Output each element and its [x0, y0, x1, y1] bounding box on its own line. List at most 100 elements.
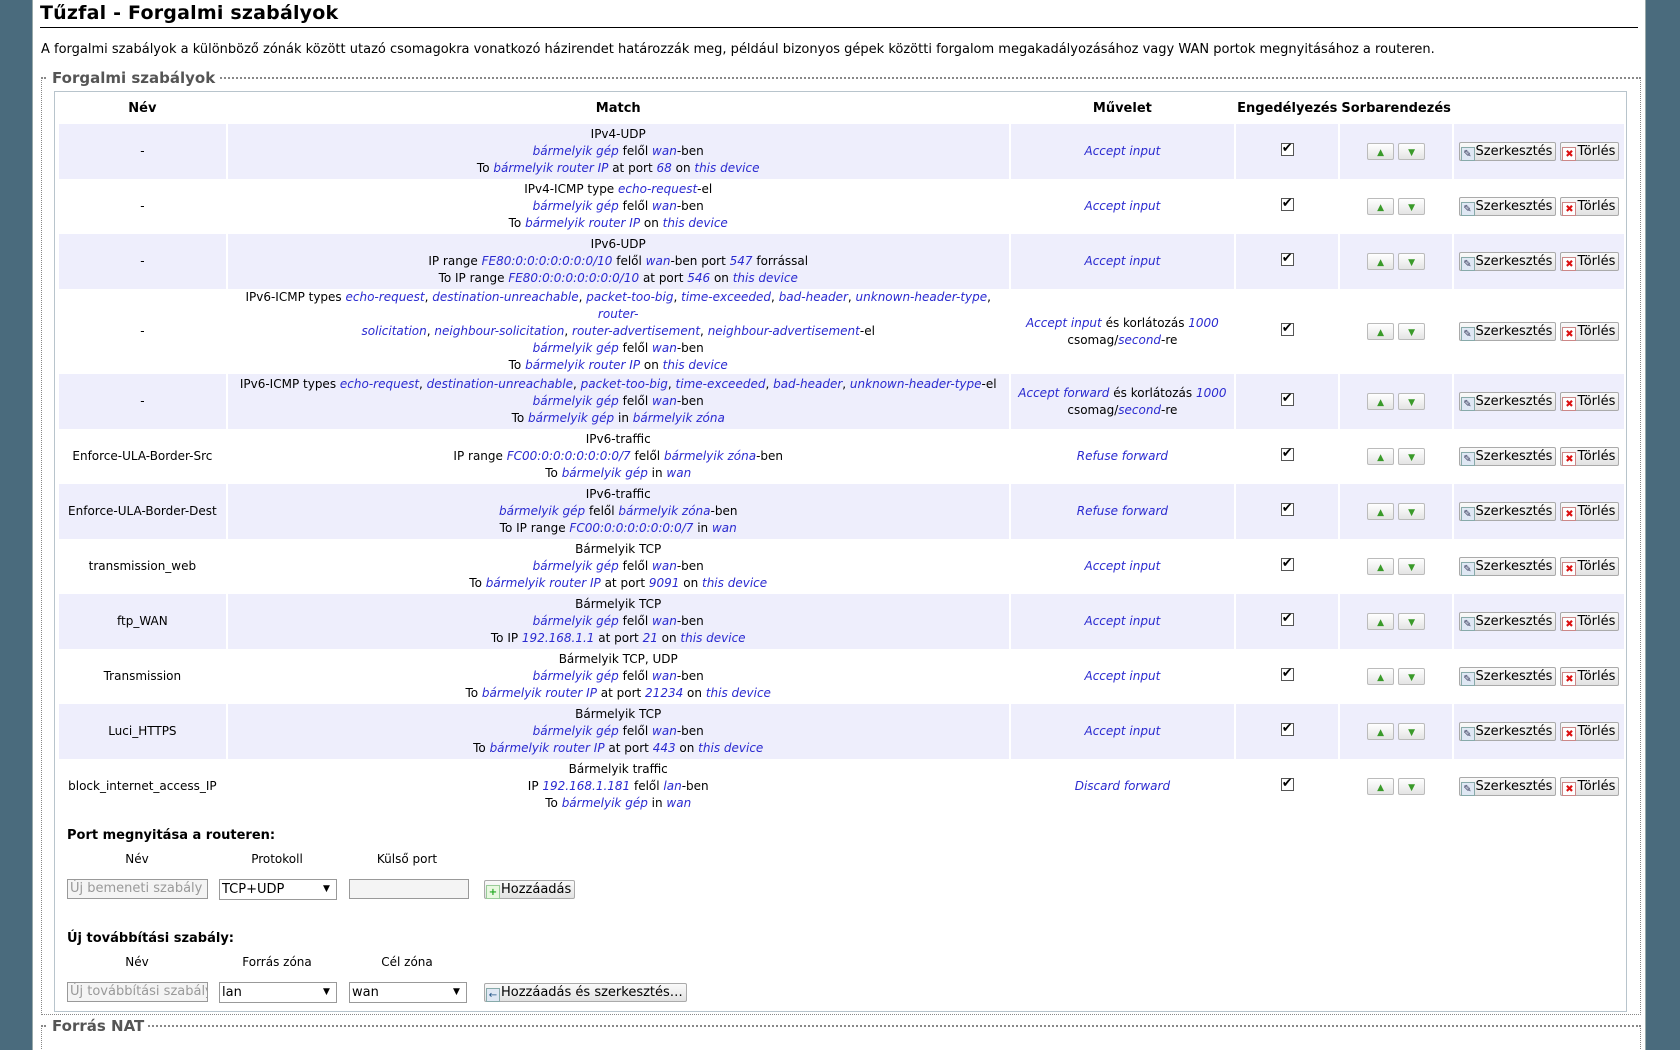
enabled-checkbox[interactable] — [1280, 665, 1294, 682]
enabled-checkbox[interactable] — [1280, 140, 1294, 157]
open-port-add-button[interactable]: + Hozzáadás — [484, 880, 576, 899]
move-up-button[interactable]: ▲ — [1367, 448, 1395, 465]
move-up-button[interactable]: ▲ — [1367, 723, 1395, 740]
edit-button[interactable]: ✎ Szerkesztés — [1458, 502, 1557, 521]
match-line: To IP range FC00:0:0:0:0:0:0:0/7 in wan — [228, 520, 1009, 537]
edit-button[interactable]: ✎ Szerkesztés — [1458, 557, 1557, 576]
enabled-checkbox[interactable] — [1280, 250, 1294, 267]
match-value: bármelyik gép — [532, 669, 619, 683]
move-down-button[interactable]: ▼ — [1398, 143, 1426, 160]
match-text: felől — [618, 614, 653, 628]
enabled-checkbox[interactable] — [1280, 500, 1294, 517]
enabled-checkbox[interactable] — [1280, 720, 1294, 737]
rule-enabled-cell — [1236, 484, 1339, 539]
edit-button[interactable]: ✎ Szerkesztés — [1458, 392, 1557, 411]
match-text: in — [647, 796, 667, 810]
edit-button[interactable]: ✎ Szerkesztés — [1458, 252, 1557, 271]
move-down-button[interactable]: ▼ — [1398, 198, 1426, 215]
match-line: Bármelyik TCP — [228, 706, 1009, 723]
edit-button[interactable]: ✎ Szerkesztés — [1458, 722, 1557, 741]
match-value: wan — [652, 614, 677, 628]
delete-button[interactable]: ✖ Törlés — [1560, 322, 1620, 341]
open-port-protocol-value: TCP+UDP — [222, 882, 285, 897]
edit-button[interactable]: ✎ Szerkesztés — [1458, 667, 1557, 686]
move-up-button[interactable]: ▲ — [1367, 613, 1395, 630]
match-text: , — [765, 377, 774, 391]
move-down-button[interactable]: ▼ — [1398, 448, 1426, 465]
enabled-checkbox[interactable] — [1280, 195, 1294, 212]
move-up-button[interactable]: ▲ — [1367, 558, 1395, 575]
delete-button[interactable]: ✖ Törlés — [1560, 502, 1620, 521]
move-up-button[interactable]: ▲ — [1367, 503, 1395, 520]
move-up-button[interactable]: ▲ — [1367, 253, 1395, 270]
action-text: -re — [1161, 402, 1178, 417]
delete-button[interactable]: ✖ Törlés — [1560, 142, 1620, 161]
edit-button[interactable]: ✎ Szerkesztés — [1458, 447, 1557, 466]
delete-button[interactable]: ✖ Törlés — [1560, 392, 1620, 411]
match-value: this device — [662, 216, 728, 230]
edit-button[interactable]: ✎ Szerkesztés — [1458, 142, 1557, 161]
move-up-button[interactable]: ▲ — [1367, 778, 1395, 795]
move-down-button[interactable]: ▼ — [1398, 668, 1426, 685]
match-text: -ben port — [670, 254, 730, 268]
move-up-button[interactable]: ▲ — [1367, 393, 1395, 410]
edit-button[interactable]: ✎ Szerkesztés — [1458, 197, 1557, 216]
edit-button[interactable]: ✎ Szerkesztés — [1458, 322, 1557, 341]
enabled-checkbox[interactable] — [1280, 445, 1294, 462]
delete-button[interactable]: ✖ Törlés — [1560, 197, 1620, 216]
move-up-button[interactable]: ▲ — [1367, 143, 1395, 160]
move-up-button[interactable]: ▲ — [1367, 668, 1395, 685]
edit-label: Szerkesztés — [1475, 144, 1553, 159]
new-forward-src-zone-select[interactable]: lan ▼ — [219, 982, 337, 1003]
move-down-button[interactable]: ▼ — [1398, 253, 1426, 270]
delete-button[interactable]: ✖ Törlés — [1560, 722, 1620, 741]
edit-button[interactable]: ✎ Szerkesztés — [1458, 612, 1557, 631]
arrow-down-icon: ▼ — [1408, 508, 1416, 518]
match-text: To — [476, 161, 494, 175]
match-value: neighbour-advertisement — [707, 324, 860, 338]
edit-label: Szerkesztés — [1475, 724, 1553, 739]
match-line: Bármelyik TCP — [228, 541, 1009, 558]
move-down-button[interactable]: ▼ — [1398, 558, 1426, 575]
delete-button[interactable]: ✖ Törlés — [1560, 612, 1620, 631]
delete-button[interactable]: ✖ Törlés — [1560, 447, 1620, 466]
edit-label: Szerkesztés — [1475, 614, 1553, 629]
match-line: IPv4-UDP — [228, 126, 1009, 143]
move-down-button[interactable]: ▼ — [1398, 613, 1426, 630]
delete-button[interactable]: ✖ Törlés — [1560, 557, 1620, 576]
move-down-button[interactable]: ▼ — [1398, 723, 1426, 740]
move-up-button[interactable]: ▲ — [1367, 323, 1395, 340]
enabled-checkbox[interactable] — [1280, 610, 1294, 627]
delete-button[interactable]: ✖ Törlés — [1560, 667, 1620, 686]
move-down-button[interactable]: ▼ — [1398, 393, 1426, 410]
delete-button[interactable]: ✖ Törlés — [1560, 777, 1620, 796]
delete-icon: ✖ — [1562, 617, 1577, 631]
move-up-button[interactable]: ▲ — [1367, 198, 1395, 215]
match-text: -ben — [676, 559, 704, 573]
open-port-protocol-select[interactable]: TCP+UDP ▼ — [219, 879, 337, 900]
enabled-checkbox[interactable] — [1280, 320, 1294, 337]
edit-icon: ✎ — [1460, 202, 1475, 216]
match-text: at port — [639, 271, 688, 285]
match-text: in — [647, 466, 667, 480]
edit-button[interactable]: ✎ Szerkesztés — [1458, 777, 1557, 796]
open-port-name-input[interactable]: Új bemeneti szabály — [67, 879, 208, 899]
match-line: bármelyik gép felől wan-ben — [228, 393, 1009, 410]
new-forward-dest-zone-select[interactable]: wan ▼ — [349, 982, 467, 1003]
rule-name: Enforce-ULA-Border-Src — [59, 429, 226, 484]
move-down-button[interactable]: ▼ — [1398, 323, 1426, 340]
move-down-button[interactable]: ▼ — [1398, 503, 1426, 520]
rule-row: Enforce-ULA-Border-Src IPv6-traffic IP ran… — [59, 429, 1624, 484]
open-port-external-port-input[interactable] — [349, 879, 469, 899]
enabled-checkbox[interactable] — [1280, 775, 1294, 792]
delete-button[interactable]: ✖ Törlés — [1560, 252, 1620, 271]
move-down-button[interactable]: ▼ — [1398, 778, 1426, 795]
match-value: unknown-header-type — [849, 377, 982, 391]
new-forward-add-edit-button[interactable]: ← Hozzáadás és szerkesztés… — [484, 983, 687, 1002]
enabled-checkbox[interactable] — [1280, 390, 1294, 407]
new-forward-name-input[interactable]: Új továbbítási szabály — [67, 982, 208, 1002]
match-value: this device — [705, 686, 771, 700]
rule-sort-cell: ▲ ▼ — [1340, 429, 1452, 484]
rule-enabled-cell — [1236, 429, 1339, 484]
enabled-checkbox[interactable] — [1280, 555, 1294, 572]
